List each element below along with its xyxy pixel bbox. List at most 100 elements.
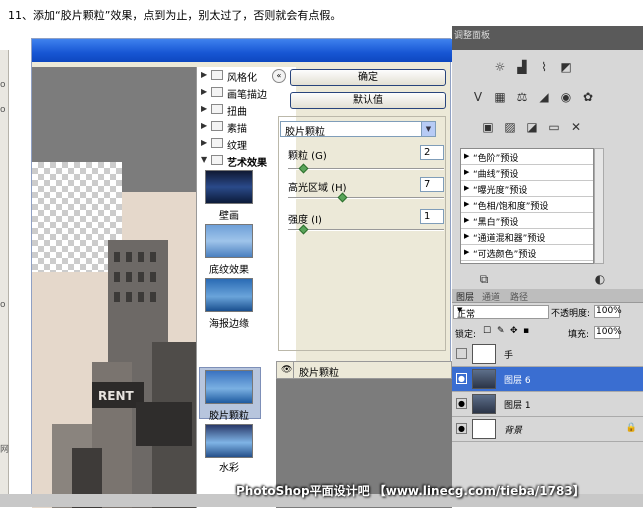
watermark: PhotoShop平面设计吧 【www.linecg.com/tieba/178…: [236, 484, 585, 498]
layer-row[interactable]: ● 图层 1: [452, 392, 643, 417]
selective-color-icon[interactable]: ✕: [568, 120, 584, 134]
presets-scrollbar[interactable]: [594, 148, 604, 264]
chevron-down-icon: ▼: [421, 122, 435, 136]
tab-paths[interactable]: 路径: [510, 290, 528, 303]
layer-row[interactable]: ● 图层 6: [452, 367, 643, 392]
thumbnail-label: 水彩: [219, 463, 239, 474]
intensity-input[interactable]: 1: [420, 209, 444, 224]
hue-saturation-icon[interactable]: ▦: [492, 90, 508, 104]
preset-item[interactable]: ▶ “可选颜色”预设: [461, 245, 593, 261]
posterize-icon[interactable]: ▨: [502, 120, 518, 134]
thumbnail-watercolor[interactable]: [205, 424, 253, 458]
collapsed-triangle-icon: ▶: [464, 184, 470, 192]
edge-glyph: 网: [0, 445, 10, 455]
layer-thumbnail: [472, 369, 496, 389]
thumbnail-fresco[interactable]: [205, 170, 253, 204]
collapsed-triangle-icon: ▶: [464, 168, 470, 176]
visibility-toggle[interactable]: [456, 348, 467, 359]
dialog-titlebar[interactable]: [32, 39, 452, 62]
panel-title: 调整面板: [454, 31, 491, 41]
collapse-list-button[interactable]: «: [272, 69, 286, 83]
category-label: 画笔描边: [227, 90, 267, 101]
filter-select-value: 胶片颗粒: [285, 127, 325, 138]
effect-layer-row[interactable]: 👁 胶片颗粒: [276, 361, 452, 379]
filter-select[interactable]: 胶片颗粒 ▼: [280, 121, 436, 138]
collapsed-triangle-icon: ▶: [464, 216, 470, 224]
folder-icon: [211, 87, 223, 97]
thumbnail-label: 壁画: [219, 211, 239, 222]
lock-all-icon[interactable]: ▪: [523, 326, 529, 336]
brightness-icon[interactable]: ☼: [492, 60, 508, 74]
category-brush-strokes[interactable]: ▶ 画笔描边: [197, 84, 297, 101]
preset-label: “曝光度”预设: [473, 186, 528, 196]
eye-icon[interactable]: ●: [456, 373, 467, 384]
preset-item[interactable]: ▶ “色阶”预设: [461, 149, 593, 165]
collapsed-triangle-icon: ▶: [464, 232, 470, 240]
eye-icon[interactable]: ●: [456, 398, 467, 409]
category-label: 纹理: [227, 141, 247, 152]
levels-icon[interactable]: ▟: [514, 60, 530, 74]
tab-layers[interactable]: 图层: [456, 290, 474, 303]
highlight-area-input[interactable]: 7: [420, 177, 444, 192]
lock-position-icon[interactable]: ✥: [510, 326, 518, 336]
thumbnail-poster-edges[interactable]: [205, 278, 253, 312]
curves-icon[interactable]: ⌇: [536, 60, 552, 74]
preset-label: “色相/饱和度”预设: [473, 202, 549, 212]
preset-item[interactable]: ▶ “黑白”预设: [461, 213, 593, 229]
eye-icon[interactable]: 👁: [281, 365, 292, 375]
preset-item[interactable]: ▶ “色相/饱和度”预设: [461, 197, 593, 213]
layer-row[interactable]: ● 背景 🔒: [452, 417, 643, 442]
edge-glyph: o: [0, 300, 6, 310]
left-page-edge: o o o 网: [0, 50, 9, 507]
city-photo-preview: RENT: [32, 192, 196, 508]
caption-text: 11、添加“胶片颗粒”效果，点到为止，别太过了，否则就会有点假。: [8, 9, 342, 22]
threshold-icon[interactable]: ◪: [524, 120, 540, 134]
black-white-icon[interactable]: ◢: [536, 90, 552, 104]
effect-layer-label: 胶片颗粒: [299, 368, 339, 379]
photo-filter-icon[interactable]: ◉: [558, 90, 574, 104]
preset-item[interactable]: ▶ “曲线”预设: [461, 165, 593, 181]
default-button[interactable]: 默认值: [290, 92, 446, 109]
layer-thumbnail: [472, 394, 496, 414]
preview-gray-area: [32, 67, 196, 162]
layer-name: 图层 6: [504, 376, 531, 386]
opacity-input[interactable]: 100%: [594, 305, 622, 318]
blend-mode-select[interactable]: 正常 ▼: [453, 305, 549, 320]
layer-row[interactable]: 手: [452, 342, 643, 367]
fill-input[interactable]: 100%: [594, 326, 622, 339]
layer-thumbnail: [472, 419, 496, 439]
visibility-icon[interactable]: ◐: [592, 272, 608, 286]
collapsed-triangle-icon: ▶: [464, 248, 470, 256]
tab-channels[interactable]: 通道: [482, 290, 500, 303]
divider: [293, 361, 294, 379]
grain-input[interactable]: 2: [420, 145, 444, 160]
ok-button[interactable]: 确定: [290, 69, 446, 86]
category-label: 素描: [227, 124, 247, 135]
invert-icon[interactable]: ▣: [480, 120, 496, 134]
lock-icon: 🔒: [625, 423, 637, 433]
layer-thumbnail: [472, 344, 496, 364]
channel-mixer-icon[interactable]: ✿: [580, 90, 596, 104]
eye-icon[interactable]: ●: [456, 423, 467, 434]
preset-label: “曲线”预设: [473, 170, 519, 180]
adjustment-presets-list: ▶ “色阶”预设 ▶ “曲线”预设 ▶ “曝光度”预设 ▶ “色相/饱和度”预设 ▶ “黑…: [460, 148, 594, 264]
thumbnail-underpainting[interactable]: [205, 224, 253, 258]
vibrance-icon[interactable]: V: [470, 90, 486, 104]
clip-to-layer-icon[interactable]: ⧉: [476, 272, 492, 286]
highlight-area-slider[interactable]: [288, 192, 444, 203]
exposure-icon[interactable]: ◩: [558, 60, 574, 74]
folder-icon: [211, 121, 223, 131]
edge-glyph: o: [0, 80, 6, 90]
preview-canvas[interactable]: RENT: [32, 67, 196, 508]
filter-gallery-dialog: RENT ▶ 风格化 ▶ 画笔描边 ▶ 扭曲 ▶ 素描 ▶ 纹理 ▼ 艺术效果 …: [31, 38, 452, 508]
intensity-slider[interactable]: [288, 224, 444, 235]
lock-transparency-icon[interactable]: ☐: [483, 326, 491, 336]
preset-item[interactable]: ▶ “曝光度”预设: [461, 181, 593, 197]
gradient-map-icon[interactable]: ▭: [546, 120, 562, 134]
thumbnail-film-grain[interactable]: [205, 370, 253, 404]
color-balance-icon[interactable]: ⚖: [514, 90, 530, 104]
collapsed-triangle-icon: ▶: [464, 200, 470, 208]
grain-slider[interactable]: [288, 163, 444, 174]
preset-item[interactable]: ▶ “通道混和器”预设: [461, 229, 593, 245]
lock-pixels-icon[interactable]: ✎: [497, 326, 505, 336]
